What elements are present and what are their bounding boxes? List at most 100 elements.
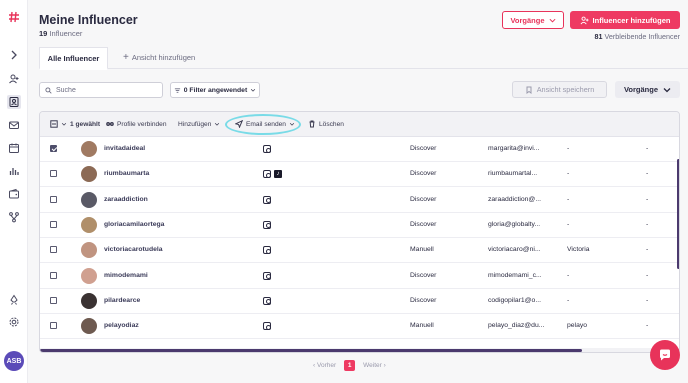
table-row[interactable]: invitadaideal Discover margarita@invi... - - bbox=[40, 137, 679, 162]
column-5-cell: Victoria bbox=[567, 246, 590, 254]
row-checkbox[interactable] bbox=[50, 220, 57, 228]
influencer-name[interactable]: invitadaideal bbox=[104, 145, 145, 152]
vorgaenge-label: Vorgänge bbox=[623, 85, 659, 94]
vertical-scroll-thumb[interactable] bbox=[677, 159, 679, 269]
add-influencer-label: Influencer hinzufügen bbox=[592, 15, 671, 25]
workflow-icon[interactable] bbox=[7, 210, 21, 224]
influencer-name[interactable]: gloriacamilaortega bbox=[104, 221, 164, 228]
tiktok-icon[interactable]: ♪ bbox=[274, 170, 282, 179]
remaining-count: 81 bbox=[594, 32, 603, 41]
expand-chevron-icon[interactable] bbox=[7, 48, 21, 62]
source-cell: Discover bbox=[410, 195, 437, 203]
instagram-icon[interactable] bbox=[263, 296, 271, 305]
source-cell: Manuell bbox=[410, 322, 434, 330]
tab-add-view[interactable]: + Ansicht hinzufügen bbox=[123, 52, 195, 63]
vorgaenge-button[interactable]: Vorgänge bbox=[615, 81, 680, 98]
influencer-name[interactable]: zaraaddiction bbox=[104, 196, 148, 203]
table-row[interactable]: pilardearce Discover codigopilar1@o... - - bbox=[40, 289, 679, 314]
row-checkbox[interactable] bbox=[50, 170, 57, 178]
next-page-button[interactable]: Weiter › bbox=[363, 362, 386, 369]
column-5-cell: - bbox=[567, 170, 570, 178]
column-6-cell: - bbox=[646, 322, 649, 330]
chevron-down-icon bbox=[663, 87, 671, 92]
delete-button[interactable]: Löschen bbox=[308, 120, 344, 128]
influencer-name[interactable]: mimodemami bbox=[104, 272, 148, 279]
send-email-label: Email senden bbox=[246, 120, 286, 128]
influencer-name[interactable]: victoriacarotudela bbox=[104, 246, 163, 253]
search-field[interactable] bbox=[39, 82, 163, 98]
vertical-scrollbar[interactable] bbox=[677, 137, 679, 348]
trash-icon bbox=[309, 120, 315, 128]
row-checkbox[interactable] bbox=[50, 195, 57, 203]
filter-dropdown[interactable]: 0 Filter angewendet bbox=[170, 82, 260, 98]
chevron-down-icon bbox=[251, 88, 256, 92]
row-checkbox[interactable] bbox=[50, 246, 57, 254]
vorgaenge-top-button[interactable]: Vorgänge bbox=[502, 11, 564, 29]
column-6-cell: - bbox=[646, 246, 649, 254]
add-to-dropdown[interactable]: Hinzufügen bbox=[178, 120, 220, 128]
instagram-icon[interactable] bbox=[263, 322, 271, 331]
selection-dropdown[interactable]: 1 gewählt bbox=[50, 120, 100, 128]
add-user-icon bbox=[580, 16, 589, 24]
logo-icon[interactable] bbox=[7, 10, 21, 24]
view-tabs: Alle Influencer + Ansicht hinzufügen bbox=[39, 47, 688, 70]
selected-count: 1 gewählt bbox=[70, 120, 101, 128]
influencer-name[interactable]: pilardearce bbox=[104, 297, 140, 304]
search-input[interactable] bbox=[56, 86, 156, 94]
table-row[interactable]: pelayodiaz Manuell pelayo_diaz@du... pelayo… bbox=[40, 314, 679, 340]
table-row[interactable]: victoriacarotudela Manuell victoriacaro@ni… bbox=[40, 238, 679, 264]
send-email-dropdown[interactable]: Email senden bbox=[235, 120, 295, 128]
analytics-icon[interactable] bbox=[7, 164, 21, 178]
influencer-table: 1 gewählt Profile verbinden Hinzufügen E… bbox=[39, 111, 680, 353]
row-checkbox[interactable] bbox=[50, 271, 57, 279]
instagram-icon[interactable] bbox=[263, 145, 271, 153]
bookmark-icon bbox=[526, 86, 532, 94]
table-row[interactable]: zaraaddiction Discover zaraaddiction@... - - bbox=[40, 188, 679, 213]
row-checkbox[interactable] bbox=[50, 145, 57, 152]
table-row[interactable]: gloriacamilaortega Discover gloria@globalt… bbox=[40, 213, 679, 238]
contacts-icon[interactable] bbox=[7, 95, 21, 109]
tab-all-influencers[interactable]: Alle Influencer bbox=[39, 47, 108, 70]
instagram-icon[interactable] bbox=[263, 220, 271, 229]
save-view-button[interactable]: Ansicht speichern bbox=[512, 81, 607, 98]
add-view-label: Ansicht hinzufügen bbox=[131, 53, 196, 62]
calendar-icon[interactable] bbox=[7, 141, 21, 155]
send-icon bbox=[235, 120, 243, 128]
horizontal-scrollbar[interactable] bbox=[40, 348, 679, 352]
influencer-avatar bbox=[81, 267, 97, 284]
row-checkbox[interactable] bbox=[50, 322, 57, 330]
table-row[interactable]: riumbaumarta ♪ Discover riumbaumartal... - - bbox=[40, 162, 679, 188]
influencer-avatar bbox=[81, 292, 97, 309]
instagram-icon[interactable] bbox=[263, 195, 271, 204]
add-influencer-button[interactable]: Influencer hinzufügen bbox=[570, 11, 680, 29]
influencer-avatar bbox=[81, 318, 97, 335]
support-chat-button[interactable] bbox=[650, 340, 680, 370]
previous-page-button[interactable]: ‹ Vorher bbox=[313, 362, 336, 369]
previous-label: Vorher bbox=[316, 361, 337, 369]
delete-label: Löschen bbox=[319, 120, 344, 128]
connect-profiles-label: Profile verbinden bbox=[117, 120, 167, 128]
horizontal-scroll-thumb[interactable] bbox=[40, 349, 582, 352]
link-icon bbox=[106, 122, 114, 126]
instagram-icon[interactable] bbox=[263, 170, 271, 179]
settings-gear-icon[interactable] bbox=[7, 315, 21, 329]
influencer-name[interactable]: pelayodiaz bbox=[104, 322, 139, 329]
table-row[interactable]: mimodemami Discover mimodemami_c... - - bbox=[40, 264, 679, 289]
page-1-button[interactable]: 1 bbox=[344, 359, 356, 371]
user-avatar[interactable]: ASB bbox=[4, 351, 24, 371]
wallet-icon[interactable] bbox=[7, 187, 21, 201]
rocket-icon[interactable] bbox=[7, 293, 21, 307]
filter-icon bbox=[174, 87, 180, 93]
column-5-cell: - bbox=[567, 271, 570, 279]
influencer-avatar bbox=[81, 166, 97, 183]
row-checkbox[interactable] bbox=[50, 296, 57, 304]
mail-icon[interactable] bbox=[7, 118, 21, 132]
instagram-icon[interactable] bbox=[263, 271, 271, 280]
connect-profiles-button[interactable]: Profile verbinden bbox=[106, 120, 166, 128]
users-icon[interactable] bbox=[7, 72, 21, 86]
influencer-name[interactable]: riumbaumarta bbox=[104, 170, 149, 177]
next-label: Weiter bbox=[363, 361, 382, 369]
instagram-icon[interactable] bbox=[263, 246, 271, 255]
search-icon bbox=[45, 86, 52, 94]
user-initials: ASB bbox=[6, 357, 22, 365]
